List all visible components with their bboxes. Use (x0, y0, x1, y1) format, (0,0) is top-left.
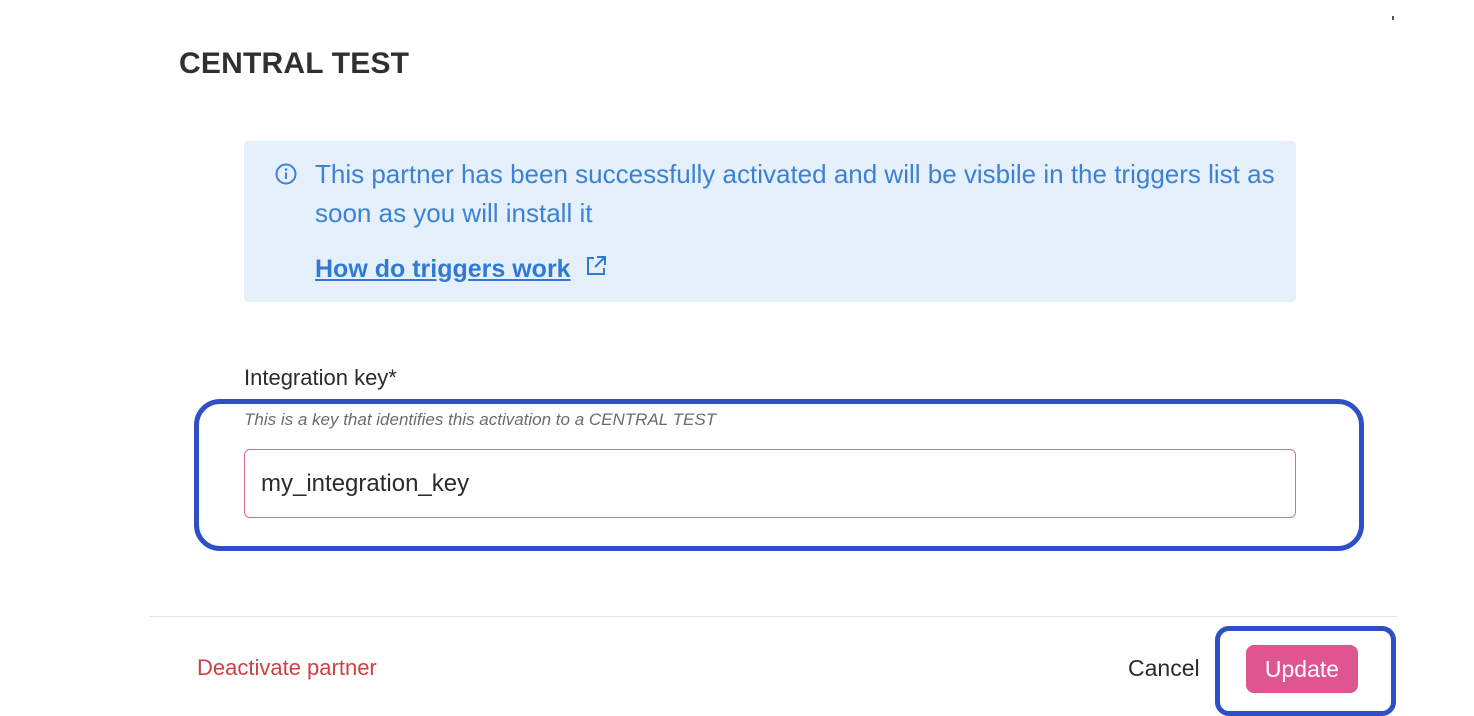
external-link-icon (583, 253, 609, 279)
info-banner: This partner has been successfully activ… (244, 141, 1296, 302)
info-circle-icon (275, 163, 297, 185)
modal-title: CENTRAL TEST (179, 47, 410, 80)
how-triggers-work-link[interactable]: How do triggers work (315, 251, 609, 287)
integration-key-input[interactable] (244, 449, 1296, 518)
update-button[interactable]: Update (1246, 645, 1358, 693)
deactivate-partner-link[interactable]: Deactivate partner (197, 652, 377, 684)
integration-key-help: This is a key that identifies this activ… (244, 410, 717, 429)
how-triggers-work-link-label: How do triggers work (315, 255, 571, 283)
integration-key-label: Integration key* (244, 365, 397, 390)
info-banner-message: This partner has been successfully activ… (315, 159, 1275, 228)
corner-mark (1392, 16, 1394, 20)
cancel-button[interactable]: Cancel (1120, 648, 1208, 688)
footer-divider (149, 616, 1397, 617)
